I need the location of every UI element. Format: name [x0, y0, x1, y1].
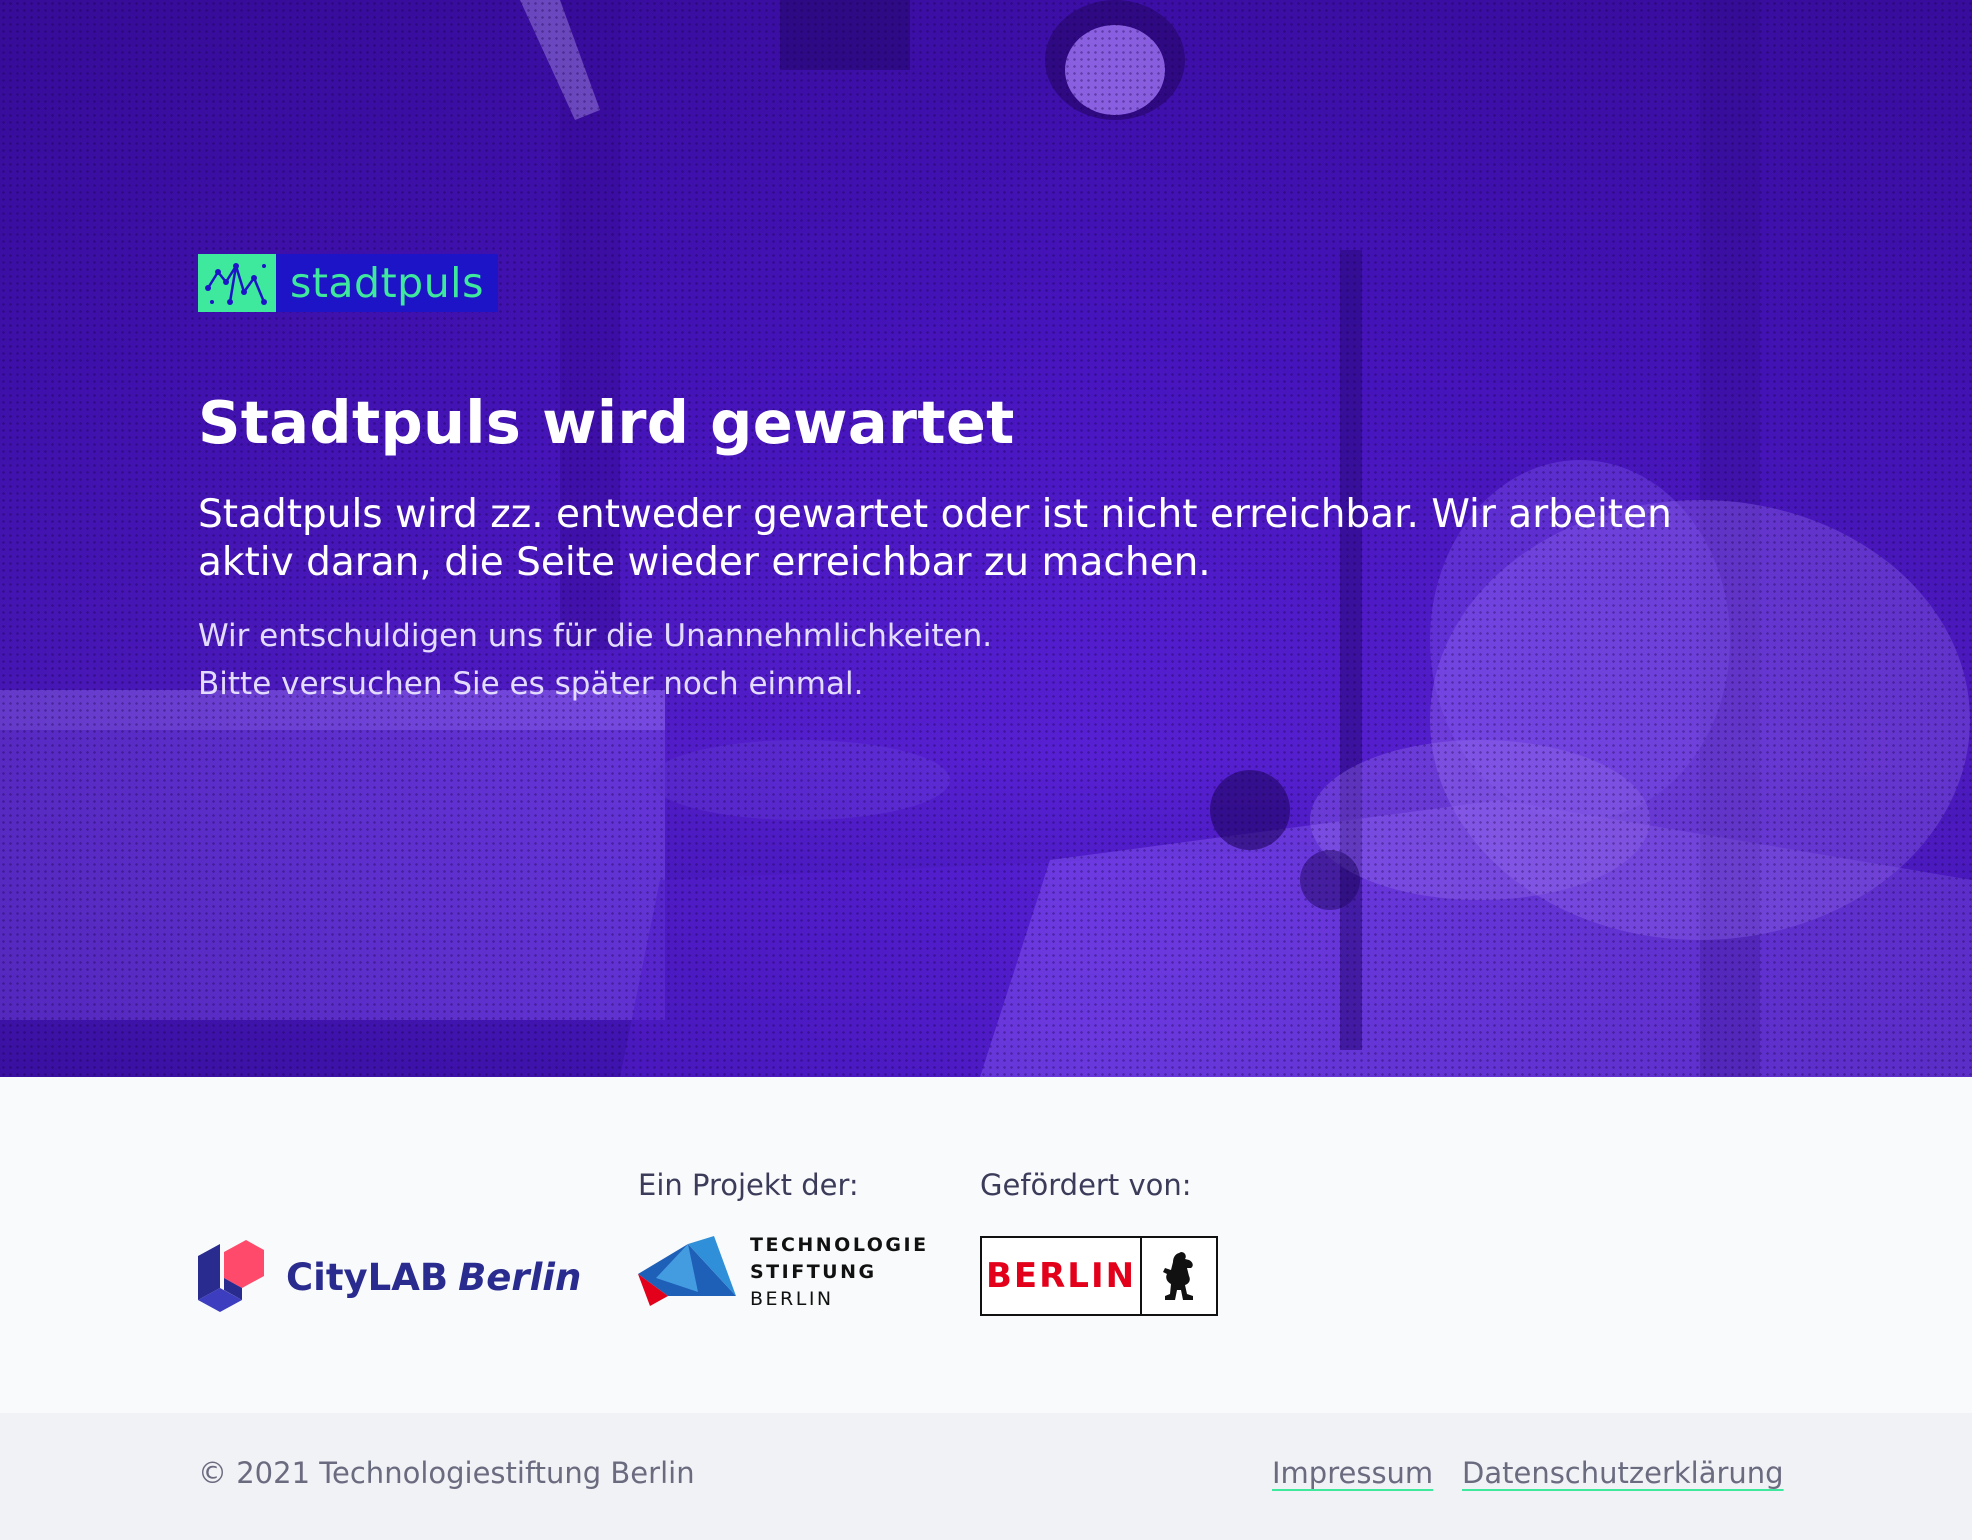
tsb-line-2: STIFTUNG: [750, 1261, 877, 1283]
citylab-city: Berlin: [458, 1255, 582, 1299]
citylab-berlin-logo[interactable]: CityLAB Berlin: [198, 1238, 581, 1316]
apology-note: Wir entschuldigen uns für die Unannehmli…: [198, 612, 992, 708]
tsb-line-1: TECHNOLOGIE: [750, 1234, 929, 1256]
citylab-name: CityLAB: [286, 1255, 449, 1299]
citylab-wordmark: CityLAB Berlin: [286, 1256, 581, 1299]
impressum-link[interactable]: Impressum: [1272, 1456, 1433, 1490]
apology-line: Wir entschuldigen uns für die Unannehmli…: [198, 618, 993, 654]
project-label: Ein Projekt der:: [638, 1168, 859, 1202]
tsb-triangle-icon: [638, 1234, 736, 1312]
citylab-hexagon-icon: [198, 1238, 264, 1316]
funded-label: Gefördert von:: [980, 1168, 1192, 1202]
berlin-senate-logo[interactable]: BERLIN: [980, 1236, 1218, 1316]
datenschutz-link[interactable]: Datenschutzerklärung: [1462, 1456, 1784, 1490]
copyright-text: © 2021 Technologiestiftung Berlin: [198, 1456, 695, 1490]
stadtpuls-logo-text: stadtpuls: [276, 254, 498, 312]
page-title: Stadtpuls wird gewartet: [198, 388, 1015, 457]
technologiestiftung-logo[interactable]: TECHNOLOGIE STIFTUNG BERLIN: [638, 1232, 929, 1313]
maintenance-message: Stadtpuls wird zz. entweder gewartet ode…: [198, 492, 1672, 585]
tsb-line-3: BERLIN: [750, 1288, 834, 1310]
stadtpuls-logo-icon: [198, 254, 276, 312]
berlin-wordmark: BERLIN: [982, 1238, 1142, 1314]
retry-line: Bitte versuchen Sie es später noch einma…: [198, 666, 864, 702]
stadtpuls-logo[interactable]: stadtpuls: [198, 254, 498, 312]
berlin-bear-icon: [1142, 1238, 1216, 1314]
hero-section: stadtpuls Stadtpuls wird gewartet Stadtp…: [0, 0, 1972, 1077]
tsb-wordmark: TECHNOLOGIE STIFTUNG BERLIN: [750, 1232, 929, 1313]
